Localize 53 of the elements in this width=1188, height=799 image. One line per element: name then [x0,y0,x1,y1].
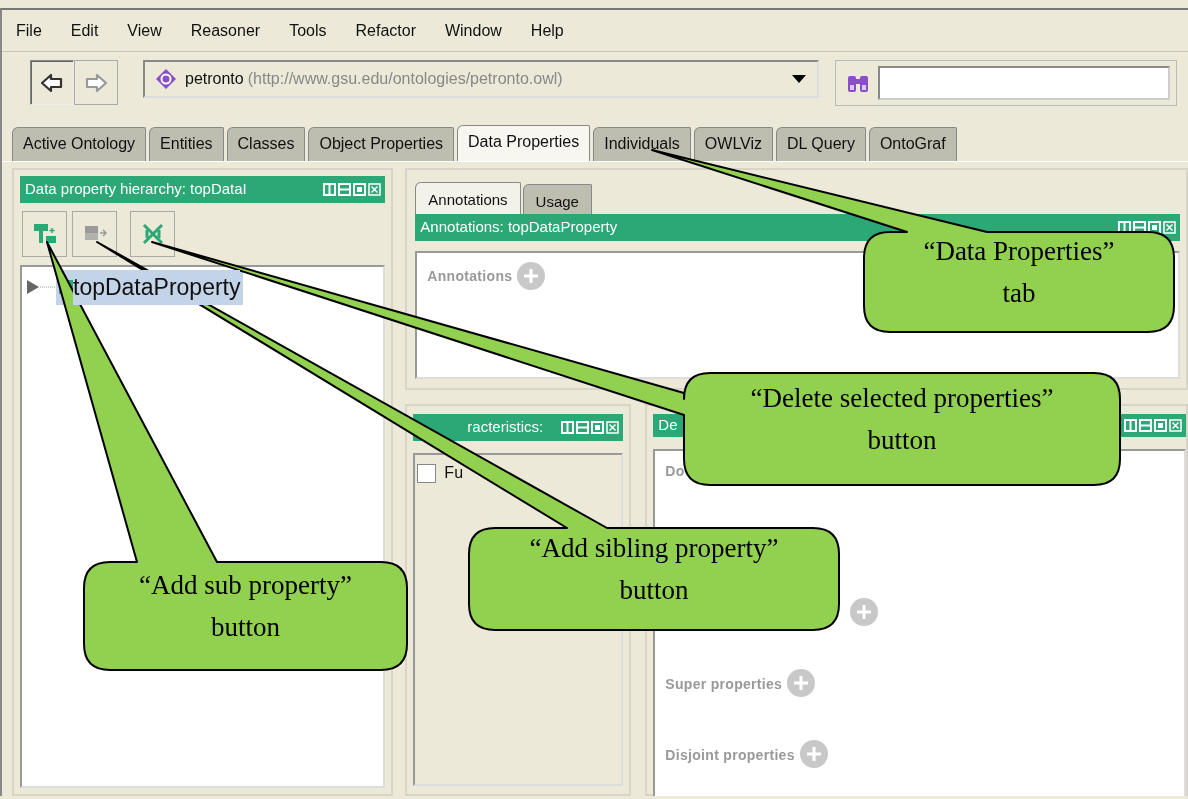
checkbox[interactable] [417,463,437,483]
tab[interactable]: Individuals [593,127,691,161]
split-icon[interactable] [1118,221,1131,234]
delete-property-button[interactable] [130,211,175,257]
tab[interactable]: Active Ontology [12,127,147,161]
add-icon[interactable] [849,596,880,627]
menu-item[interactable]: Edit [62,18,111,43]
panel-title: De [658,415,678,435]
expand-icon[interactable] [26,279,56,296]
menu-item[interactable]: Reasoner [182,18,273,43]
menu-item[interactable]: Tools [281,18,339,43]
close-icon[interactable] [606,421,620,434]
ontology-iri: (http://www.gsu.edu/ontologies/petronto.owl) [247,69,563,89]
add-icon[interactable] [516,261,547,291]
section-label: Do [665,461,685,481]
menu-item[interactable]: Refactor [347,18,428,43]
tab[interactable]: DL Query [776,127,866,161]
back-button[interactable] [30,60,74,105]
tab[interactable]: Usage [522,184,592,214]
add-icon[interactable] [786,667,817,698]
menu-item[interactable]: File [8,18,54,43]
callout-text: “Add sibling property” button [528,532,780,607]
menu-item[interactable]: View [119,18,174,43]
caret-icon [791,74,807,84]
add-sub-property-button[interactable] [22,211,67,257]
panel-title: Data property hierarchy: topDataI [25,179,247,200]
checkbox-label: Fu [444,463,464,483]
tab[interactable]: Data Properties [457,125,591,161]
tab[interactable]: Object Properties [308,127,455,161]
minimize-icon[interactable] [1133,221,1146,234]
callout-text: “Data Properties” tab [922,235,1116,310]
menu-item[interactable]: Window [436,18,514,43]
tab[interactable]: Entities [149,127,224,161]
close-icon[interactable] [368,183,382,196]
add-icon[interactable] [798,738,829,769]
tab[interactable]: Classes [226,127,306,161]
section-label: Super properties [665,674,783,694]
close-icon[interactable] [1169,418,1182,432]
maximize-icon[interactable] [1148,221,1161,234]
search-field[interactable] [878,66,1170,100]
tab[interactable]: Annotations [415,182,521,214]
section-label: Disjoint properties [665,745,795,765]
ontology-icon [155,68,177,90]
tab[interactable]: OWLViz [693,127,774,161]
ontology-name: petronto [185,69,244,89]
panel-title: Annotations: topDataProperty [420,217,618,238]
callout-text: “Delete selected properties” button [749,382,1055,457]
tab[interactable]: OntoGraf [868,127,957,161]
section-label: Annotations [427,266,513,286]
callout-text: “Add sub property” button [138,569,353,644]
menu-item[interactable]: Help [522,18,576,43]
ontology-selector[interactable]: petronto (http://www.gsu.edu/ontologies/petronto.owl) [143,60,819,98]
panel-title: racteristics: [467,417,544,438]
